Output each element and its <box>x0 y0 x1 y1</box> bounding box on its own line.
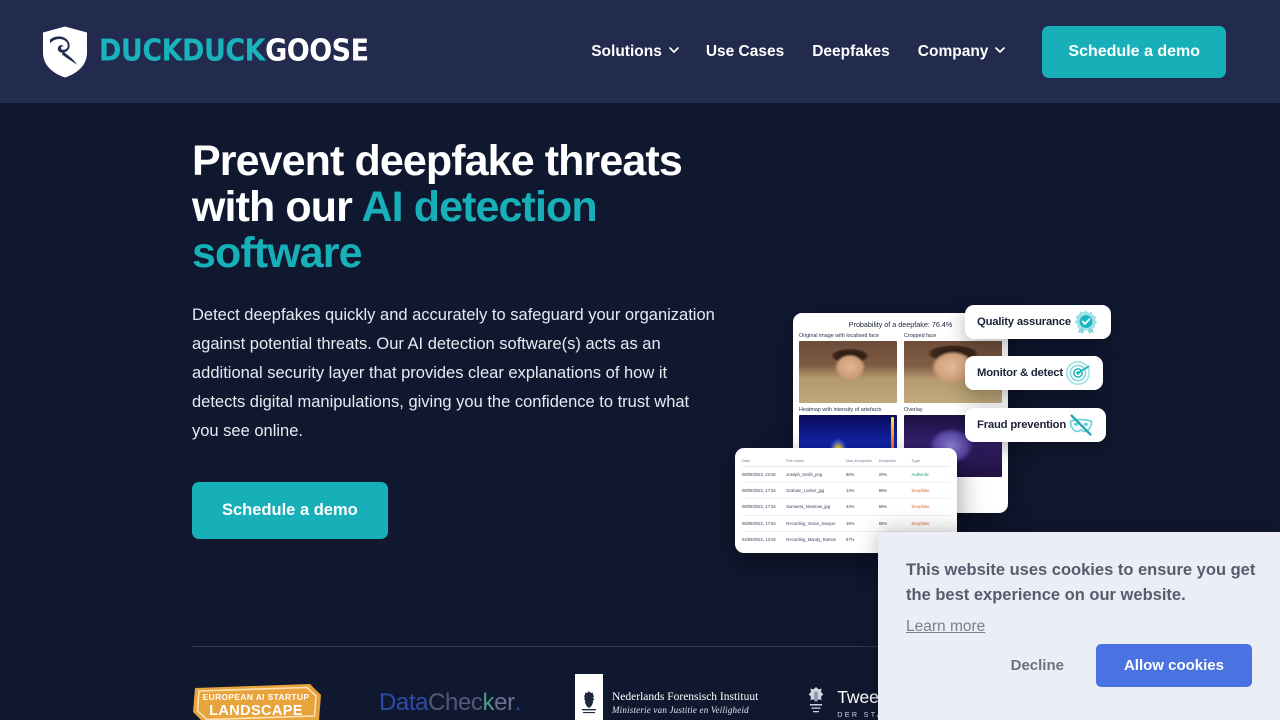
row-actions-icon[interactable]: ··· <box>940 504 950 509</box>
cookie-actions: Decline Allow cookies <box>997 644 1252 687</box>
column-header-non-deepfake: Non-Deepfake <box>846 457 873 463</box>
nav-label-use-cases: Use Cases <box>705 42 785 60</box>
feature-badge-quality-assurance: Quality assurance <box>965 305 1111 339</box>
nfi-line-2: Ministerie van Justitie en Veiligheid <box>611 704 749 715</box>
row-actions-icon[interactable]: ··· <box>940 488 950 493</box>
cookie-message: This website uses cookies to ensure you … <box>906 561 1256 604</box>
cell-non-deepfake: 97% <box>846 537 855 543</box>
table-header-row: Date File name Non-Deepfake Deepfake Typ… <box>742 454 950 467</box>
cell-non-deepfake: 14% <box>846 488 855 494</box>
cell-deepfake: 20% <box>878 472 888 478</box>
cell-type: Authentic <box>911 472 929 478</box>
cookie-consent-banner: This website uses cookies to ensure you … <box>878 532 1280 720</box>
chevron-down-icon <box>995 45 1006 54</box>
nav-item-deepfakes[interactable]: Deepfakes <box>798 43 904 61</box>
cell-type: Deepfake <box>911 488 930 494</box>
nav-item-solutions[interactable]: Solutions <box>577 43 692 61</box>
cell-date: 05/09/2022, 17:54 <box>742 520 776 526</box>
hero-copy: Prevent deepfake threats with our AI det… <box>192 138 732 540</box>
mask-icon <box>1068 412 1094 438</box>
partner-logo-nfi: Nederlands Forensisch Instituut Minister… <box>574 674 758 720</box>
column-header-file: File name <box>786 457 805 463</box>
mockup-image-original <box>799 341 897 403</box>
table-row: 06/09/2022, 22:02 Joseph_Smith_png 80% 2… <box>742 467 950 484</box>
cell-file: Joseph_Smith_png <box>786 472 823 478</box>
hero-paragraph: Detect deepfakes quickly and accurately … <box>192 306 715 441</box>
cell-date: 06/09/2022, 22:02 <box>742 472 776 478</box>
badge-label-monitor-detect: Monitor & detect <box>977 367 1063 379</box>
cookie-learn-more-link[interactable]: Learn more <box>906 618 985 636</box>
brand-wordmark: DUCKDUCK GOOSE <box>99 33 369 69</box>
cell-file: Samaera_Newman_jpg <box>786 504 831 510</box>
nav-item-use-cases[interactable]: Use Cases <box>692 43 798 61</box>
nav-label-solutions: Solutions <box>591 42 662 60</box>
datachecker-part-4: er <box>494 689 515 716</box>
tweede-kamer-crest-icon <box>805 685 827 720</box>
cell-date: 04/09/2022, 12:04 <box>742 537 776 543</box>
badge-label-fraud-prevention: Fraud prevention <box>977 419 1067 431</box>
cell-deepfake: 56% <box>878 504 888 510</box>
table-row: 06/09/2022, 17:54 Graham_Locker_jpg 14% … <box>742 483 950 500</box>
column-header-deepfake: Deepfake <box>878 457 897 463</box>
badge-label-quality-assurance: Quality assurance <box>977 316 1071 328</box>
nav-label-company: Company <box>917 42 989 60</box>
cell-type: Deepfake <box>911 520 930 526</box>
chevron-down-icon <box>668 45 679 54</box>
svg-text:EUROPEAN AI STARTUP: EUROPEAN AI STARTUP <box>203 692 310 702</box>
main-navigation: Solutions Use Cases Deepfakes Company Sc… <box>577 25 1226 78</box>
site-header: DUCKDUCK GOOSE Solutions Use Cases Deepfa… <box>0 0 1280 103</box>
cell-deepfake: 86% <box>878 488 888 494</box>
cell-non-deepfake: 80% <box>846 472 855 478</box>
table-row: 05/09/2022, 17:54 Recording_Vivian_Sawye… <box>742 516 950 532</box>
mockup-label-heatmap: Heatmap with intensity of artefacts <box>799 407 882 413</box>
hero-schedule-demo-button[interactable]: Schedule a demo <box>192 482 388 540</box>
quality-badge-icon <box>1073 309 1099 335</box>
cell-date: 06/09/2022, 17:54 <box>742 504 776 510</box>
datachecker-part-1: Data <box>379 689 429 716</box>
datachecker-dot: . <box>514 689 522 716</box>
partner-logo-european-ai-startup-landscape: EUROPEAN AI STARTUP LANDSCAPE <box>192 682 379 720</box>
nav-label-deepfakes: Deepfakes <box>812 42 890 60</box>
nav-item-company[interactable]: Company <box>904 43 1019 61</box>
header-schedule-demo-button[interactable]: Schedule a demo <box>1042 25 1226 78</box>
row-actions-icon[interactable]: ··· <box>940 521 950 526</box>
page-title: Prevent deepfake threats with our AI det… <box>192 138 732 276</box>
feature-badge-monitor-detect: Monitor & detect <box>965 356 1103 390</box>
brand-logo[interactable]: DUCKDUCK GOOSE <box>40 25 369 78</box>
svg-text:LANDSCAPE: LANDSCAPE <box>209 703 303 719</box>
cell-type: Deepfake <box>911 504 930 510</box>
nfi-line-1: Nederlands Forensisch Instituut <box>611 690 759 703</box>
column-header-date: Date <box>742 457 751 463</box>
partner-logo-datachecker: Data Chec k er. <box>379 689 521 717</box>
feature-badge-fraud-prevention: Fraud prevention <box>965 408 1107 442</box>
column-header-type: Type <box>911 457 921 463</box>
radar-icon <box>1065 360 1091 386</box>
cell-non-deepfake: 15% <box>846 520 855 526</box>
brand-wordmark-teal: DUCKDUCK <box>99 33 266 69</box>
dutch-coat-of-arms-icon <box>574 674 603 720</box>
cookie-allow-button[interactable]: Allow cookies <box>1095 644 1252 687</box>
cell-date: 06/09/2022, 17:54 <box>742 488 776 494</box>
cell-file: Recording_Vivian_Sawyer <box>786 520 836 526</box>
cell-deepfake: 85% <box>878 520 888 526</box>
datachecker-part-2: Chec <box>428 689 483 716</box>
mockup-panel-original: Original image with localised face <box>799 333 897 403</box>
brand-wordmark-white: GOOSE <box>265 33 369 69</box>
cookie-decline-button[interactable]: Decline <box>997 647 1078 684</box>
row-actions-icon[interactable]: ··· <box>940 472 950 477</box>
product-mockup: Probability of a deepfake: 76.4% Origina… <box>735 208 1111 558</box>
mockup-label-original: Original image with localised face <box>799 333 879 339</box>
shield-goose-icon <box>40 25 90 78</box>
cell-file: Graham_Locker_jpg <box>786 488 825 494</box>
datachecker-part-3: k <box>482 689 495 716</box>
cell-non-deepfake: 44% <box>846 504 855 510</box>
table-row: 06/09/2022, 17:54 Samaera_Newman_jpg 44%… <box>742 499 950 516</box>
cell-file: Recording_Mandy_Ramos <box>786 537 836 543</box>
nfi-text-block: Nederlands Forensisch Instituut Minister… <box>612 690 758 717</box>
